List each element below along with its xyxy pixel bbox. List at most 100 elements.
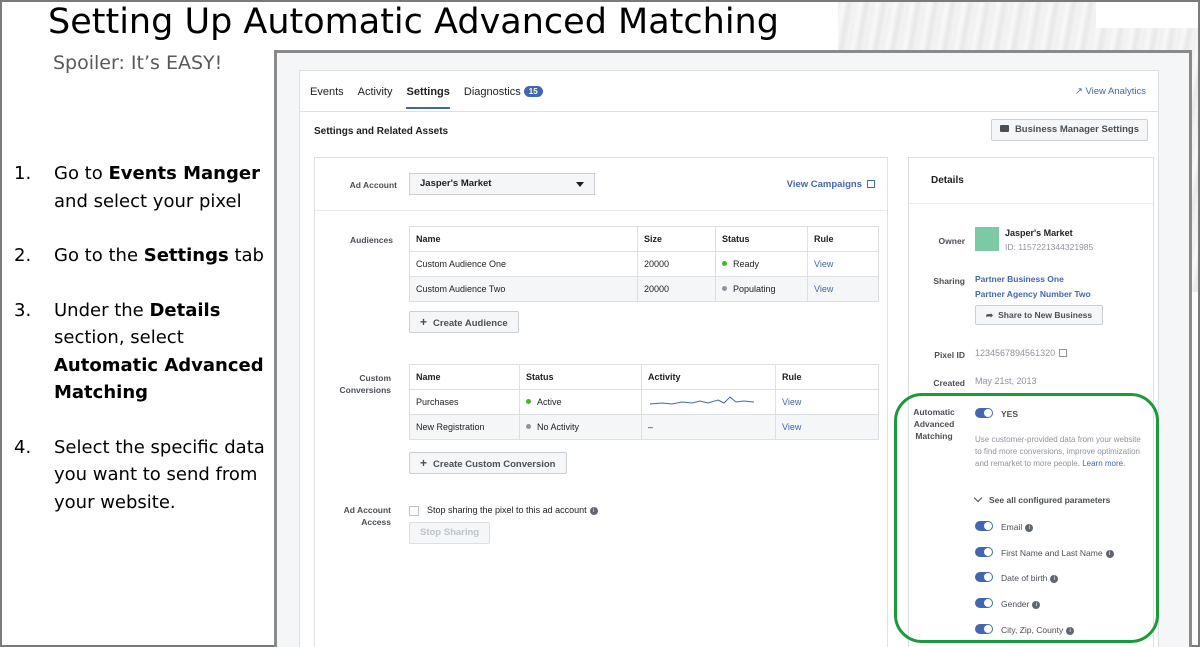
view-campaigns-link[interactable]: View Campaigns <box>787 179 875 190</box>
audience-status: Populating <box>715 276 808 302</box>
sharing-partner-link[interactable]: Partner Agency Number Two <box>975 289 1091 299</box>
owner-id: ID: 1157221344321985 <box>1005 242 1094 252</box>
aam-highlight-outline <box>894 393 1159 643</box>
audiences-label: Audiences <box>350 235 393 245</box>
view-analytics-label: View Analytics <box>1085 86 1146 97</box>
ad-account-access-label: Ad Account Access <box>343 505 391 527</box>
step-item: 3. Under the Details section, select Aut… <box>14 297 269 407</box>
details-divider <box>909 203 1153 204</box>
tab-activity[interactable]: Activity <box>358 79 393 111</box>
created-value: May 21st, 2013 <box>975 376 1037 386</box>
section-heading: Settings and Related Assets <box>314 126 449 137</box>
column-header: Rule <box>807 226 879 252</box>
table-row: New Registration No Activity – View <box>409 414 879 440</box>
ad-account-select[interactable]: Jasper's Market <box>409 173 595 195</box>
tab-diagnostics-label: Diagnostics <box>463 86 521 98</box>
conversion-name: Purchases <box>409 389 520 415</box>
view-analytics-link[interactable]: ↗ View Analytics <box>1075 86 1146 97</box>
stop-sharing-button[interactable]: Stop Sharing <box>409 522 491 544</box>
table-row: Custom Audience One 20000 Ready View <box>409 251 879 277</box>
button-label: Create Custom Conversion <box>433 459 556 470</box>
step-number: 2. <box>14 245 32 266</box>
create-custom-conversion-button[interactable]: + Create Custom Conversion <box>409 452 567 474</box>
sparkline-icon <box>649 396 755 405</box>
column-header: Status <box>519 364 642 390</box>
steps-list: 1. Go to Events Manger and select your p… <box>14 160 269 543</box>
plus-icon: + <box>420 315 428 329</box>
external-link-icon <box>867 180 875 188</box>
slide-subtitle: Spoiler: It’s EASY! <box>53 52 223 74</box>
trend-icon: ↗ <box>1074 86 1086 97</box>
tab-diagnostics[interactable]: Diagnostics 15 <box>464 79 543 111</box>
column-header: Name <box>409 364 520 390</box>
wood-texture-notch <box>1096 2 1198 28</box>
conversion-name: New Registration <box>409 414 520 440</box>
copy-icon[interactable] <box>1059 349 1068 357</box>
conversion-status: No Activity <box>519 414 642 440</box>
column-header: Activity <box>641 364 776 390</box>
step-text: Go to Events Manger and select your pixe… <box>54 163 260 212</box>
audience-size: 20000 <box>637 276 716 302</box>
view-rule-link[interactable]: View <box>807 276 879 302</box>
pixel-id-label: Pixel ID <box>934 350 965 360</box>
step-item: 4. Select the specific data you want to … <box>14 434 269 517</box>
button-label: Share to New Business <box>998 310 1093 320</box>
tab-events[interactable]: Events <box>310 79 344 111</box>
step-text: Go to the Settings tab <box>54 245 264 266</box>
step-item: 1. Go to Events Manger and select your p… <box>14 160 269 215</box>
audience-size: 20000 <box>637 251 716 277</box>
create-audience-button[interactable]: + Create Audience <box>409 311 519 333</box>
sharing-partner-link[interactable]: Partner Business One <box>975 274 1064 284</box>
view-rule-link[interactable]: View <box>775 414 879 440</box>
step-number: 1. <box>14 163 32 184</box>
table-row: Purchases Active View <box>409 389 879 415</box>
custom-conversions-table: Name Status Activity Rule Purchases Acti… <box>409 364 879 440</box>
tabs-divider <box>300 111 1158 112</box>
button-label: Create Audience <box>433 318 508 329</box>
audiences-table: Name Size Status Rule Custom Audience On… <box>409 226 879 302</box>
assets-panel: Ad Account Jasper's Market View Campaign… <box>314 157 888 647</box>
share-to-new-business-button[interactable]: ➦ Share to New Business <box>975 305 1104 325</box>
created-label: Created <box>933 378 965 388</box>
stop-sharing-checkbox[interactable] <box>409 506 419 516</box>
conversion-activity-sparkline <box>641 389 776 415</box>
slide-title: Setting Up Automatic Advanced Matching <box>48 2 779 42</box>
ad-account-selected: Jasper's Market <box>420 178 492 189</box>
view-campaigns-label: View Campaigns <box>786 179 862 190</box>
step-number: 3. <box>14 299 32 321</box>
status-dot-icon <box>722 286 727 291</box>
panel-divider <box>315 210 887 211</box>
column-header: Rule <box>775 364 879 390</box>
owner-label: Owner <box>938 236 965 246</box>
status-dot-icon <box>722 261 727 266</box>
caret-down-icon <box>576 182 584 187</box>
column-header: Status <box>715 226 808 252</box>
audience-status: Ready <box>715 251 808 277</box>
pixel-id-value: 1234567894561320 <box>975 348 1068 358</box>
audience-name: Custom Audience One <box>409 251 638 277</box>
details-title: Details <box>931 175 964 186</box>
conversion-status: Active <box>519 389 642 415</box>
business-manager-settings-button[interactable]: Business Manager Settings <box>990 119 1148 141</box>
column-header: Size <box>637 226 716 252</box>
step-text: Under the Details section, select Automa… <box>54 299 264 404</box>
diagnostics-count-badge: 15 <box>523 86 543 97</box>
share-arrow-icon: ➦ <box>986 310 994 320</box>
view-rule-link[interactable]: View <box>775 389 879 415</box>
conversion-activity: – <box>641 414 776 440</box>
column-header: Name <box>409 226 638 252</box>
owner-avatar <box>975 227 999 251</box>
button-label: Business Manager Settings <box>1014 124 1139 135</box>
ad-account-label: Ad Account <box>349 180 397 190</box>
view-rule-link[interactable]: View <box>807 251 879 277</box>
custom-conversions-label: Custom Conversions <box>339 373 392 395</box>
status-dot-icon <box>526 424 531 429</box>
owner-name: Jasper's Market <box>1005 228 1073 238</box>
status-dot-icon <box>526 399 531 404</box>
step-number: 4. <box>14 436 32 458</box>
sharing-label: Sharing <box>933 276 965 286</box>
tab-settings[interactable]: Settings <box>406 79 450 109</box>
step-text: Select the specific data you want to sen… <box>54 436 265 513</box>
audience-name: Custom Audience Two <box>409 276 638 302</box>
step-item: 2. Go to the Settings tab <box>14 242 269 270</box>
